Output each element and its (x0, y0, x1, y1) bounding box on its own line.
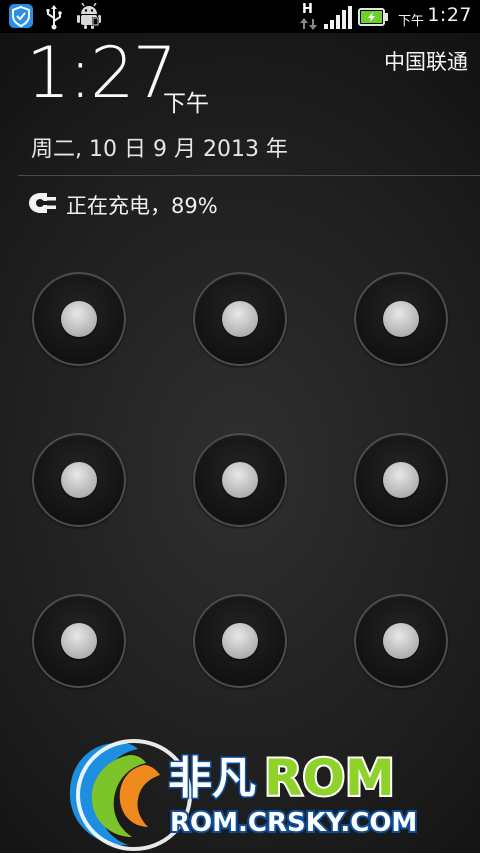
pattern-dot-center (383, 301, 419, 337)
watermark-brand-cn: 非凡 (168, 753, 256, 804)
pattern-dot-9[interactable] (354, 594, 448, 688)
pattern-dot-5[interactable] (193, 433, 287, 527)
watermark-url: ROM.CRSKY.COM (170, 808, 417, 838)
pattern-dot-6[interactable] (354, 433, 448, 527)
watermark-brand-en: ROM (264, 749, 395, 807)
pattern-dot-center (61, 462, 97, 498)
pattern-dot-2[interactable] (193, 272, 287, 366)
pattern-dot-center (383, 462, 419, 498)
lock-screen: H 下午 1:27 1:27 下午 中国联通 周二, 10 日 9 月 2013… (0, 0, 480, 853)
pattern-dot-3[interactable] (354, 272, 448, 366)
pattern-dot-center (222, 462, 258, 498)
pattern-dot-center (222, 301, 258, 337)
pattern-dot-7[interactable] (32, 594, 126, 688)
pattern-dot-center (61, 301, 97, 337)
pattern-dot-8[interactable] (193, 594, 287, 688)
pattern-dot-1[interactable] (32, 272, 126, 366)
pattern-dot-4[interactable] (32, 433, 126, 527)
pattern-lock-grid[interactable] (0, 0, 480, 853)
crsky-watermark-logo: 非凡 ROM ROM.CRSKY.COM (60, 735, 480, 853)
pattern-dot-center (61, 623, 97, 659)
pattern-dot-center (383, 623, 419, 659)
pattern-dot-center (222, 623, 258, 659)
